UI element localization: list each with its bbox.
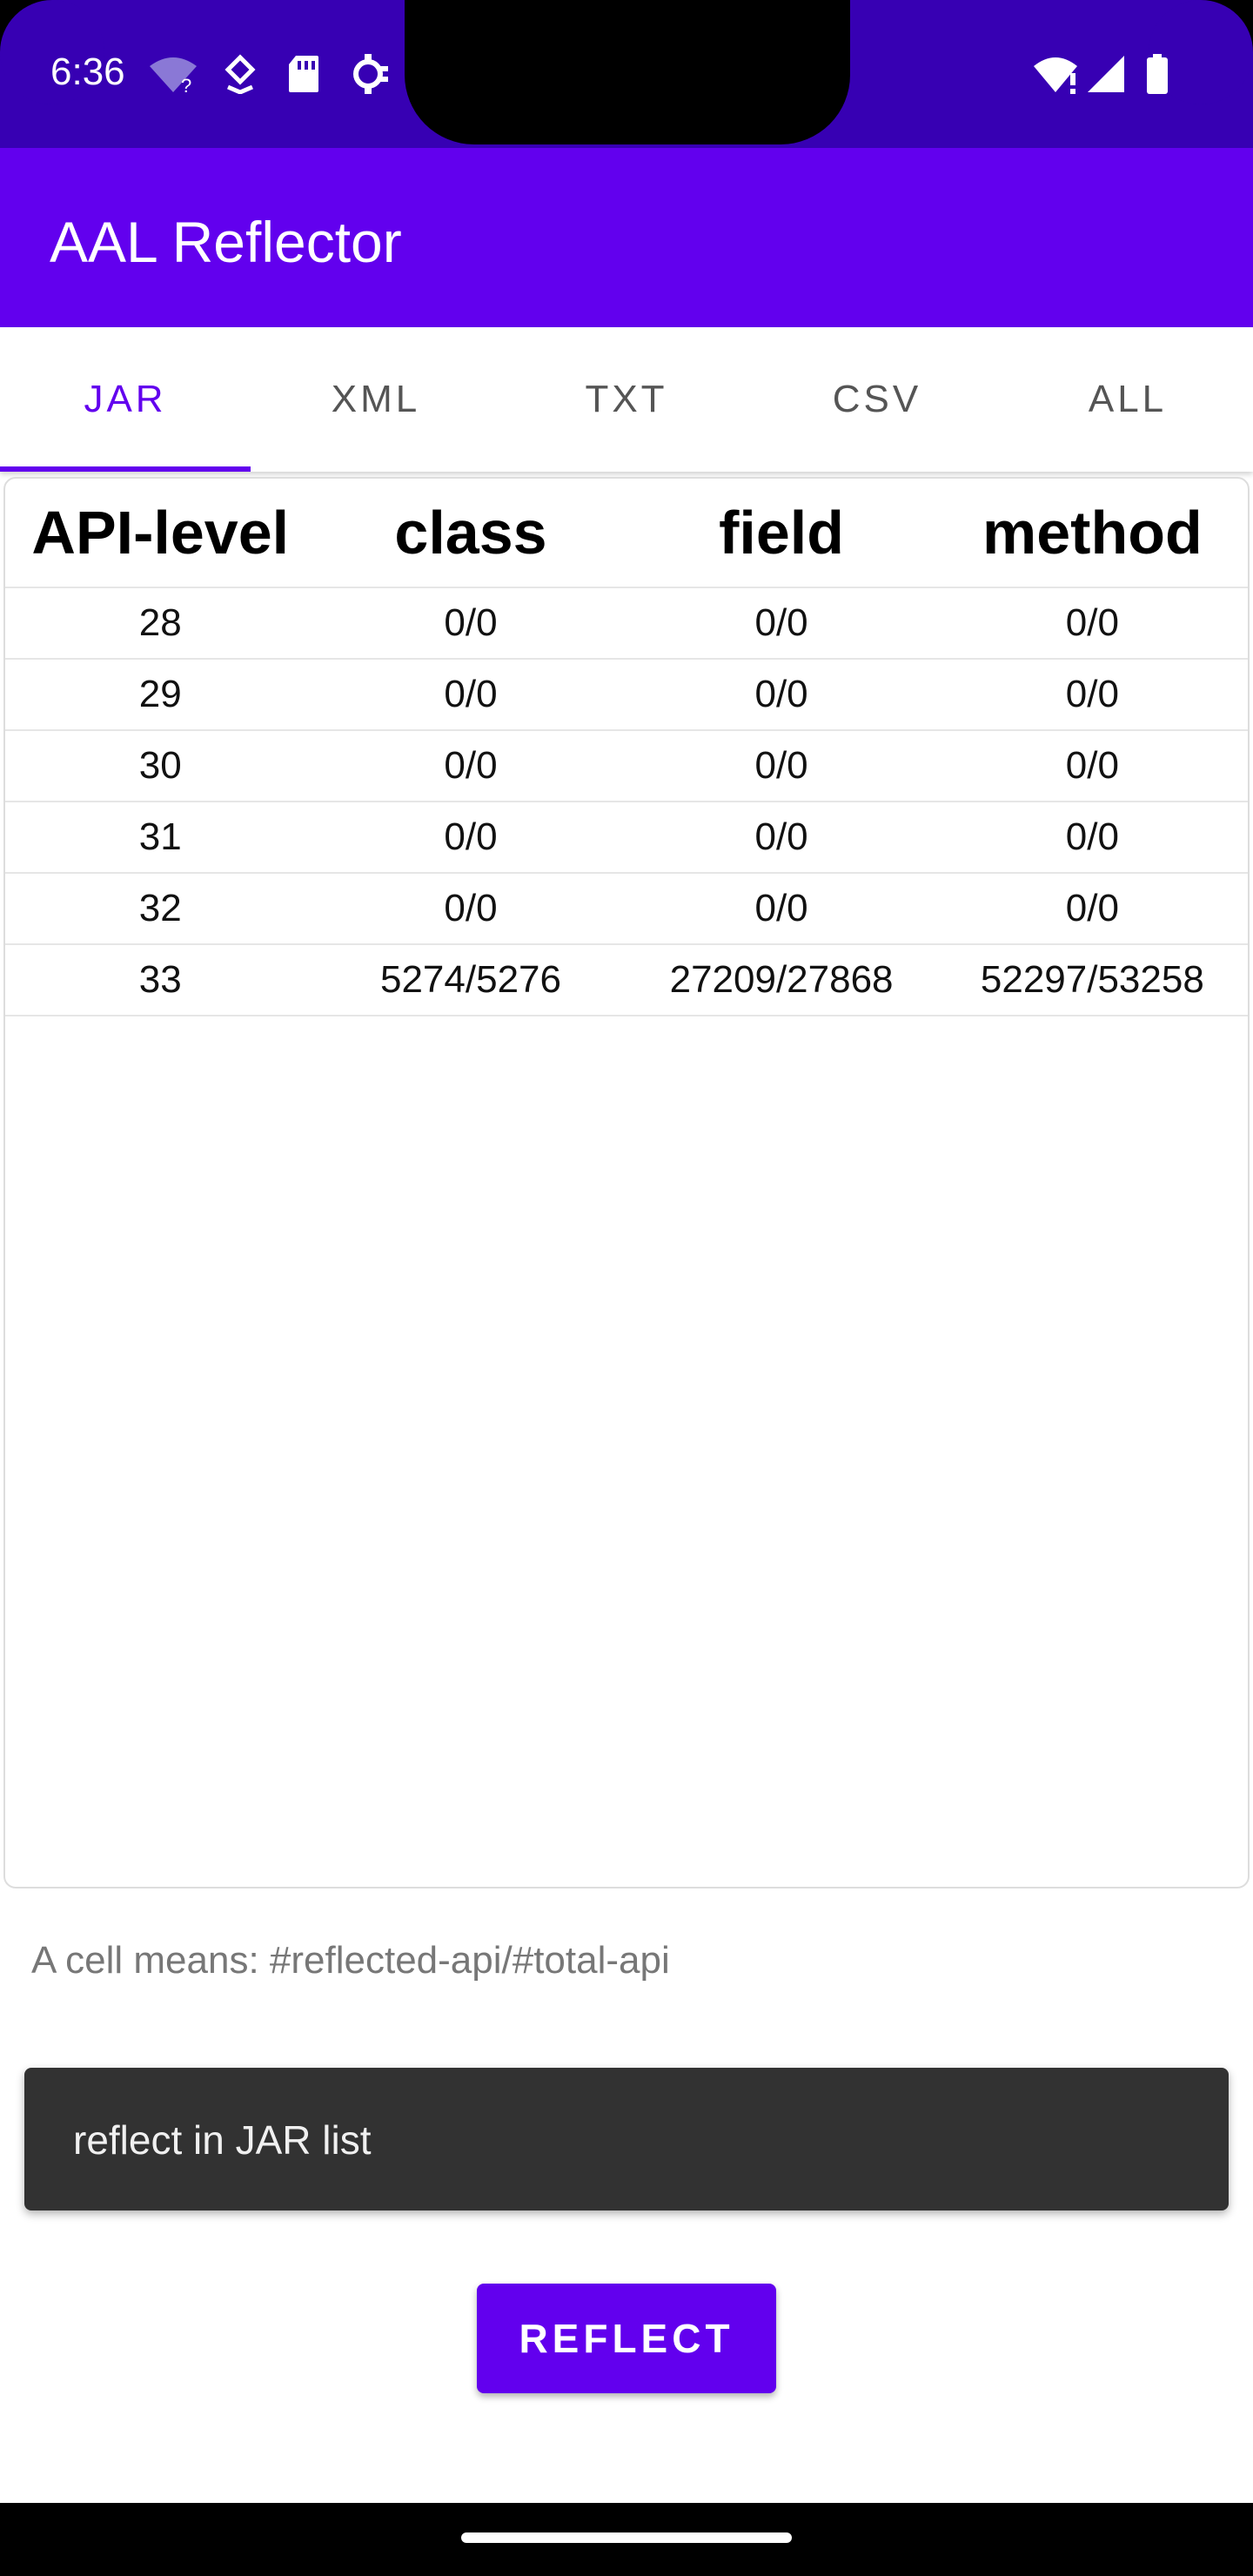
tab-xml[interactable]: XML — [251, 327, 501, 472]
table-row: 32 0/0 0/0 0/0 — [5, 873, 1248, 945]
cell-api-level: 31 — [5, 802, 316, 874]
legend-note: A cell means: #reflected-api/#total-api — [31, 1939, 670, 1982]
cell-method: 0/0 — [936, 659, 1248, 731]
status-bar: 6:36 ? — [0, 0, 1253, 148]
cell-class: 5274/5276 — [315, 944, 626, 1016]
tab-bar: JAR XML TXT CSV ALL — [0, 327, 1253, 472]
wifi-alert-icon — [1034, 57, 1077, 94]
tab-csv[interactable]: CSV — [752, 327, 1002, 472]
header-api-level: API-level — [5, 479, 316, 588]
cell-field: 0/0 — [626, 802, 937, 874]
cell-method: 0/0 — [936, 802, 1248, 874]
cell-class: 0/0 — [315, 730, 626, 802]
display-notch — [405, 0, 850, 144]
cell-api-level: 32 — [5, 873, 316, 945]
cell-api-level: 29 — [5, 659, 316, 731]
header-field: field — [626, 479, 937, 588]
table-row: 30 0/0 0/0 0/0 — [5, 730, 1248, 802]
app-bar: AAL Reflector — [0, 148, 1253, 327]
battery-icon — [1147, 54, 1168, 94]
cell-method: 0/0 — [936, 587, 1248, 660]
signal-icon — [1088, 56, 1124, 92]
data-saver-icon — [224, 54, 256, 94]
cell-class: 0/0 — [315, 802, 626, 874]
cell-api-level: 28 — [5, 587, 316, 660]
cell-method: 0/0 — [936, 873, 1248, 945]
screen-corner — [0, 0, 104, 104]
cell-api-level: 30 — [5, 730, 316, 802]
vpn-key-icon — [353, 54, 388, 94]
cell-field: 27209/27868 — [626, 944, 937, 1016]
sd-card-icon — [289, 56, 318, 92]
home-gesture-handle[interactable] — [461, 2532, 792, 2543]
header-method: method — [936, 479, 1248, 588]
screen-corner — [1149, 0, 1253, 104]
cell-field: 0/0 — [626, 659, 937, 731]
cell-class: 0/0 — [315, 659, 626, 731]
tab-txt[interactable]: TXT — [501, 327, 752, 472]
table-row: 28 0/0 0/0 0/0 — [5, 587, 1248, 660]
cell-api-level: 33 — [5, 944, 316, 1016]
table-header-row: API-level class field method — [5, 479, 1248, 588]
wifi-question-icon: ? — [150, 57, 197, 96]
table-row: 33 5274/5276 27209/27868 52297/53258 — [5, 944, 1248, 1016]
tab-all[interactable]: ALL — [1002, 327, 1253, 472]
results-card: API-level class field method 28 0/0 0/0 … — [3, 477, 1250, 1888]
cell-method: 52297/53258 — [936, 944, 1248, 1016]
svg-text:?: ? — [181, 75, 191, 96]
table-row: 29 0/0 0/0 0/0 — [5, 659, 1248, 731]
app-title: AAL Reflector — [50, 210, 402, 274]
api-table: API-level class field method 28 0/0 0/0 … — [5, 479, 1248, 1016]
snackbar: reflect in JAR list — [24, 2068, 1229, 2210]
cell-field: 0/0 — [626, 730, 937, 802]
cell-field: 0/0 — [626, 587, 937, 660]
header-class: class — [315, 479, 626, 588]
reflect-button[interactable]: REFLECT — [477, 2284, 776, 2393]
cell-class: 0/0 — [315, 587, 626, 660]
status-time: 6:36 — [50, 50, 125, 93]
table-row: 31 0/0 0/0 0/0 — [5, 802, 1248, 874]
cell-field: 0/0 — [626, 873, 937, 945]
tab-jar[interactable]: JAR — [0, 327, 251, 472]
cell-method: 0/0 — [936, 730, 1248, 802]
cell-class: 0/0 — [315, 873, 626, 945]
snackbar-message: reflect in JAR list — [73, 2117, 372, 2163]
